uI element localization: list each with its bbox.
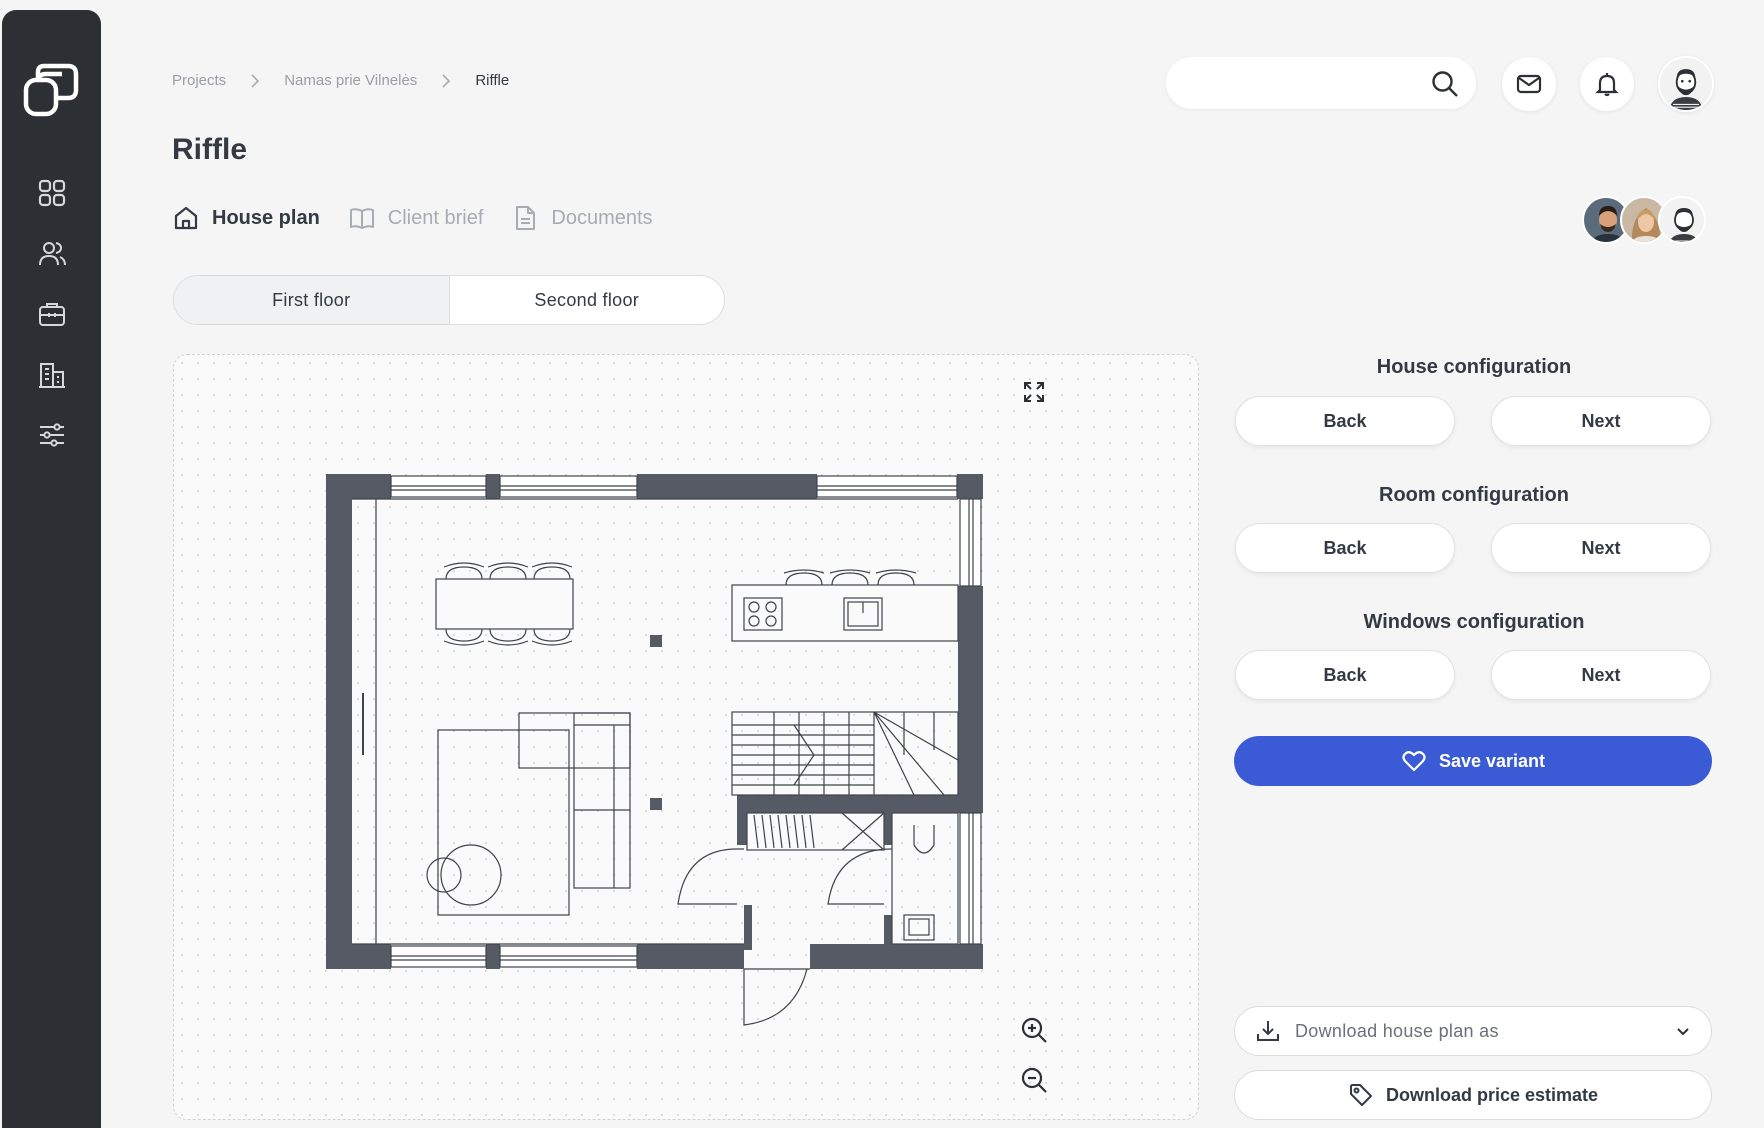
breadcrumb-projects[interactable]: Projects	[172, 72, 226, 89]
chevron-down-icon	[1677, 1028, 1689, 1036]
dashboard-icon	[38, 179, 66, 207]
second-floor-option[interactable]: Second floor	[450, 276, 725, 324]
windows-configuration-title: Windows configuration	[1363, 611, 1585, 633]
sliders-icon	[40, 423, 64, 447]
floor-plan-drawing	[326, 474, 983, 1026]
team-avatars	[1582, 196, 1712, 246]
download-plan-label: Download house plan as	[1295, 1020, 1499, 1041]
tab-label: Client brief	[387, 206, 484, 229]
download-icon	[1257, 1021, 1279, 1041]
save-variant-button[interactable]: Save variant	[1234, 736, 1712, 786]
nav-projects[interactable]	[32, 294, 72, 334]
tag-icon	[1349, 1084, 1372, 1106]
bell-icon	[1595, 73, 1619, 97]
nav-settings[interactable]	[32, 415, 72, 455]
room-configuration-title: Room configuration	[1379, 484, 1569, 506]
view-tabs: House plan Client brief Documents	[172, 204, 681, 232]
document-icon	[516, 206, 536, 230]
sidebar	[2, 10, 101, 1128]
mail-icon	[1516, 74, 1542, 94]
house-next-button[interactable]: Next	[1491, 396, 1711, 446]
tab-documents[interactable]: Documents	[511, 204, 653, 232]
windows-back-button[interactable]: Back	[1235, 650, 1455, 700]
book-icon	[349, 208, 374, 229]
download-price-estimate-button[interactable]: Download price estimate	[1234, 1070, 1712, 1120]
messages-button[interactable]	[1502, 57, 1556, 111]
building-icon	[39, 363, 65, 388]
windows-next-button[interactable]: Next	[1491, 650, 1711, 700]
zoom-in-icon[interactable]	[1017, 1013, 1051, 1047]
chevron-right-icon	[226, 73, 284, 89]
tab-house-plan[interactable]: House plan	[172, 204, 320, 232]
breadcrumb-current: Riffle	[475, 72, 510, 89]
floor-selector: First floor Second floor	[173, 275, 725, 325]
floor-plan-canvas[interactable]	[173, 354, 1199, 1120]
house-configuration-title: House configuration	[1376, 356, 1572, 378]
save-variant-label: Save variant	[1438, 750, 1546, 771]
users-icon	[39, 242, 66, 266]
notifications-button[interactable]	[1580, 57, 1634, 111]
home-icon	[174, 206, 198, 230]
room-back-button[interactable]: Back	[1235, 523, 1455, 573]
avatar[interactable]	[1658, 196, 1706, 244]
search-bar	[1166, 57, 1476, 109]
tab-label: House plan	[212, 206, 320, 229]
tab-client-brief[interactable]: Client brief	[348, 204, 484, 232]
chevron-right-icon	[417, 73, 475, 89]
heart-icon	[1402, 751, 1426, 772]
search-input[interactable]	[1188, 57, 1418, 109]
app-logo[interactable]	[22, 60, 82, 122]
briefcase-icon	[39, 303, 65, 326]
search-icon[interactable]	[1430, 69, 1460, 99]
download-plan-select[interactable]: Download house plan as	[1234, 1006, 1712, 1056]
breadcrumb: Projects Namas prie Vilnelės Riffle	[172, 72, 509, 89]
page-title: Riffle	[172, 133, 247, 166]
zoom-out-icon[interactable]	[1017, 1063, 1051, 1097]
breadcrumb-project[interactable]: Namas prie Vilnelės	[284, 72, 417, 89]
house-back-button[interactable]: Back	[1235, 396, 1455, 446]
user-avatar[interactable]	[1658, 56, 1714, 112]
expand-icon[interactable]	[1017, 375, 1051, 409]
tab-label: Documents	[551, 206, 653, 229]
nav-buildings[interactable]	[32, 355, 72, 395]
first-floor-option[interactable]: First floor	[174, 276, 450, 324]
nav-users[interactable]	[32, 234, 72, 274]
room-next-button[interactable]: Next	[1491, 523, 1711, 573]
download-price-estimate-label: Download price estimate	[1385, 1084, 1599, 1105]
nav-dashboard[interactable]	[32, 173, 72, 213]
